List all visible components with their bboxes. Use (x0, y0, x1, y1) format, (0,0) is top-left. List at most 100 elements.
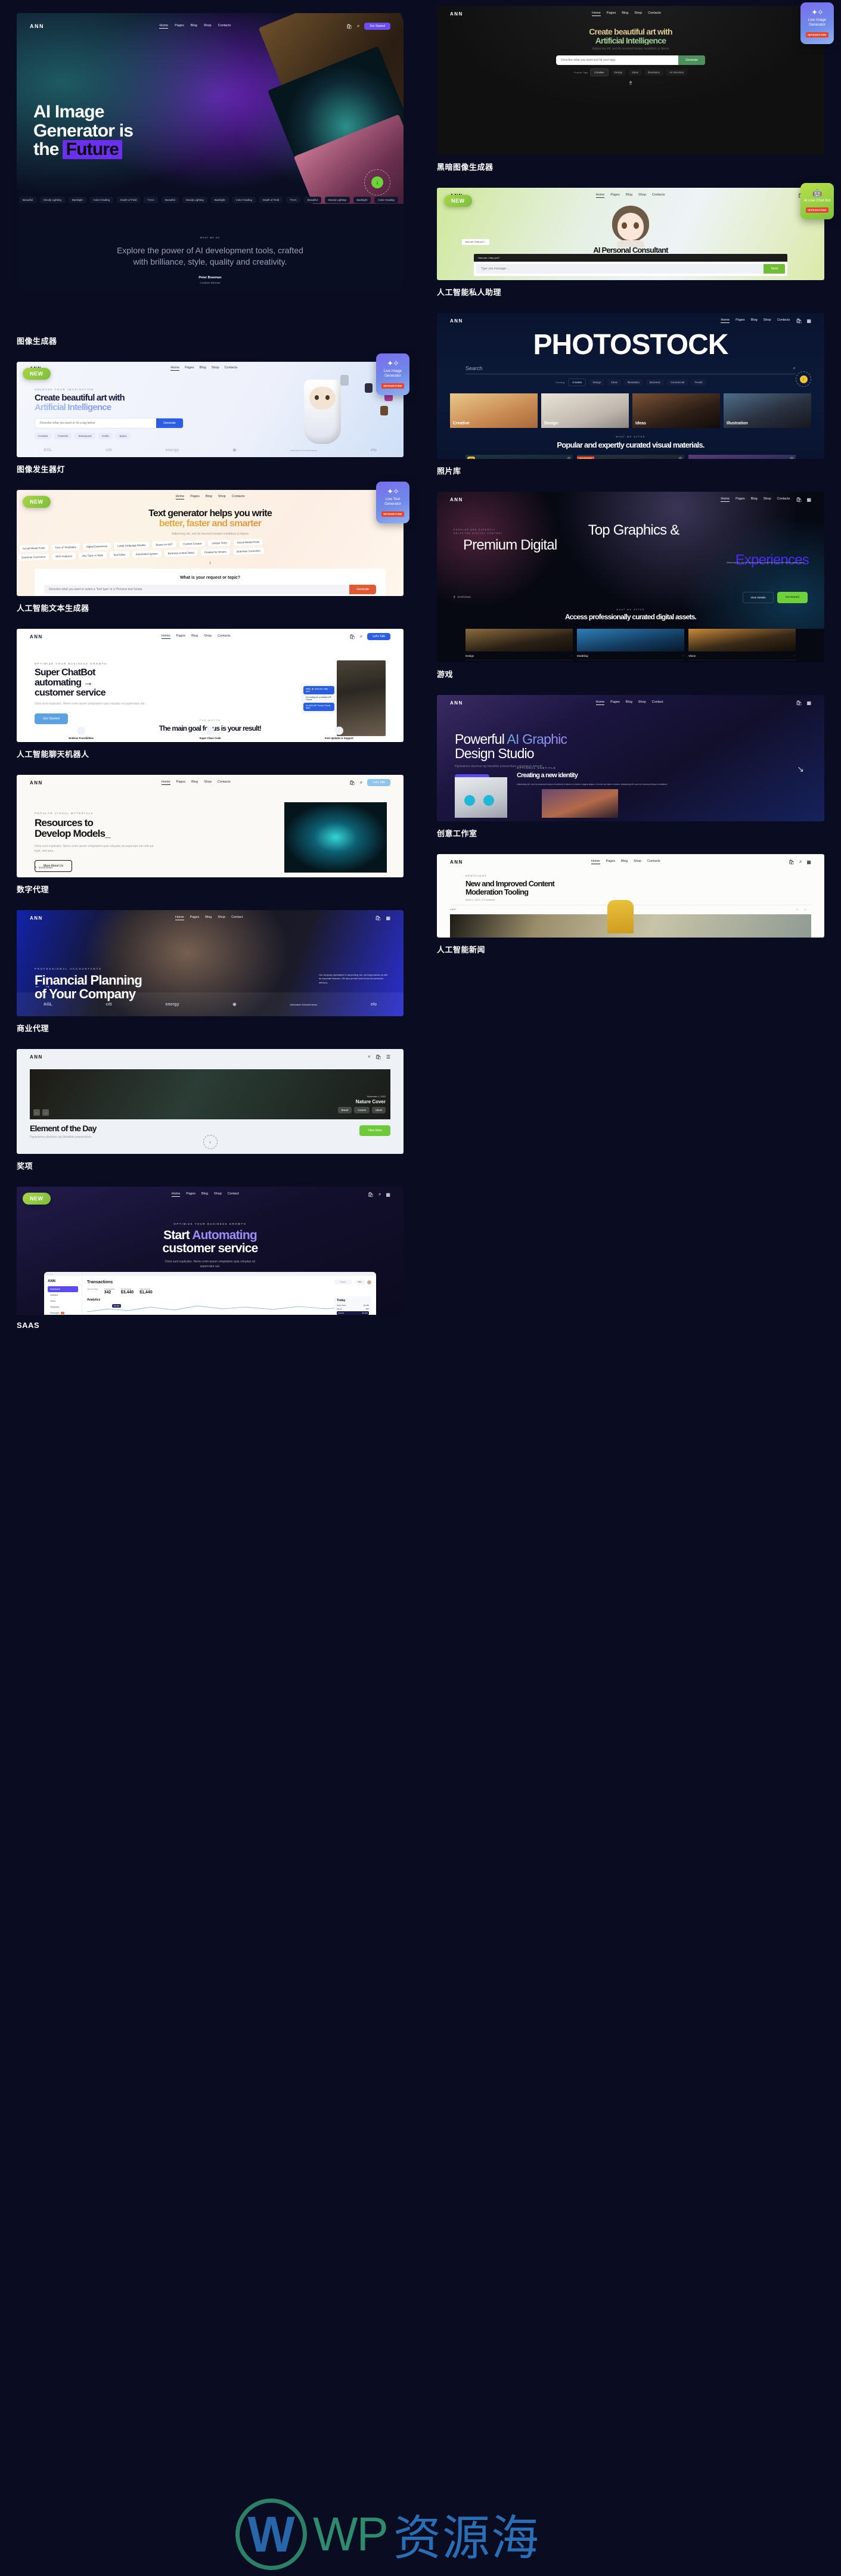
nav-item-contacts[interactable]: Contacts (652, 193, 665, 198)
dashboard-menu-item[interactable]: Dashboard (48, 1286, 78, 1292)
demo-creative-studio[interactable]: ANN Home Pages Blog Shop Contact 🛍 ▦ Pow… (437, 695, 824, 839)
demo-ai-news[interactable]: ANN Home Pages Blog Shop Contacts 🛍 ⌕ ▦ (437, 854, 824, 955)
brand-logo[interactable]: ANN (450, 859, 463, 865)
nav-item-pages[interactable]: Pages (736, 497, 745, 502)
screenshot-digital-agency[interactable]: ANN Home Pages Blog Shop Contacts 🛍 ⌕ Le… (17, 775, 404, 877)
chip[interactable]: SEO Features (51, 552, 76, 560)
chip[interactable]: Based on GPT (152, 541, 177, 548)
prompt-input[interactable] (35, 418, 157, 428)
dashboard-search[interactable]: Search (334, 1280, 352, 1284)
view-more-button[interactable]: View More (359, 1125, 390, 1136)
demo-digital-agency[interactable]: ANN Home Pages Blog Shop Contacts 🛍 ⌕ Le… (17, 775, 404, 895)
nav-item-home[interactable]: Home (591, 859, 600, 864)
screenshot-image-generator[interactable]: ANN Home Pages Blog Shop Contacts 🛍 ⌕ Ge… (17, 13, 404, 329)
nav-item-pages[interactable]: Pages (610, 700, 620, 705)
nav-item-contact[interactable]: Contact (231, 915, 243, 920)
nav-item-home[interactable]: Home (171, 1192, 181, 1197)
cart-icon[interactable]: 🛍 (375, 1054, 381, 1060)
topic-input[interactable] (44, 584, 350, 594)
live-image-generator-tag[interactable]: ✦✧ Live Image Generator INTEGRATED (376, 353, 409, 395)
nav-item-blog[interactable]: Blog (191, 634, 198, 639)
brand-logo[interactable]: ANN (30, 780, 43, 786)
live-image-generator-tag[interactable]: ✦✧ Live Image Generator INTEGRATED (800, 2, 834, 44)
get-started-button[interactable]: Get Started (364, 23, 390, 30)
chip[interactable]: Created for Writers (200, 548, 230, 556)
brand-logo[interactable]: ANN (450, 700, 463, 706)
next-arrow-icon[interactable]: → (42, 1109, 49, 1116)
category-cards[interactable]: Creative Design Ideas Illustration (437, 393, 824, 428)
get-started-button[interactable]: Get Started (777, 592, 808, 603)
grid-menu-icon[interactable]: ▦ (806, 859, 811, 865)
nav-item-contacts[interactable]: Contacts (647, 859, 660, 864)
nav-item-home[interactable]: Home (161, 634, 170, 639)
chip[interactable]: Text Editor (109, 551, 129, 558)
nav-item-blog[interactable]: Blog (206, 495, 212, 499)
style-tag[interactable]: Creative (35, 432, 52, 439)
brand-logo[interactable]: ANN (450, 497, 463, 502)
cart-icon[interactable]: 🛍 (368, 1192, 374, 1197)
nav-item-shop[interactable]: Shop (638, 700, 646, 705)
demo-business-agency[interactable]: ANN Home Pages Blog Shop Contact 🛍 ▦ PRO… (17, 910, 404, 1033)
cart-icon[interactable]: 🛍 (349, 634, 355, 640)
demo-saas[interactable]: NEW ANN Home Pages Blog Shop Contact 🛍 ⌕… (17, 1187, 404, 1330)
scroll-down-badge[interactable]: ↓ (203, 1135, 218, 1149)
tag[interactable]: Design (610, 69, 626, 76)
live-text-generator-tag[interactable]: ✦✧ Live Text Generator INTEGRATED (376, 482, 409, 523)
search-icon[interactable]: ⌕ (368, 1054, 370, 1060)
brand-logo[interactable]: ANN (450, 11, 463, 17)
nav-item-shop[interactable]: Shop (218, 915, 225, 920)
demo-ai-personal-consultant[interactable]: 🤖 AI Live Chat Bot INTEGRATED NEW ANN Ho… (437, 183, 834, 297)
tag[interactable]: Creative (590, 69, 609, 77)
dashboard-menu-item[interactable]: Templates (48, 1304, 78, 1310)
arrow-right-icon[interactable]: → (793, 654, 796, 657)
screenshot-dark-image-generator[interactable]: ANN Home Pages Blog Shop Contacts Create… (437, 6, 824, 155)
nav-item-blog[interactable]: Blog (751, 318, 758, 323)
style-tag[interactable]: Gothic (98, 432, 113, 439)
demo-dark-image-generator[interactable]: ✦✧ Live Image Generator INTEGRATED ANN H… (437, 2, 834, 172)
chip[interactable]: Unique Texts (208, 539, 231, 547)
demo-ai-text-generator[interactable]: ✦✧ Live Text Generator INTEGRATED NEW Ho… (17, 482, 409, 613)
ai-live-chat-bot-tag[interactable]: 🤖 AI Live Chat Bot INTEGRATED (800, 183, 834, 220)
nav-item-pages[interactable]: Pages (175, 24, 184, 29)
asset-card[interactable]: Design → (466, 629, 573, 660)
search-icon[interactable]: ⌕ (360, 634, 362, 640)
nav-item-shop[interactable]: Shop (204, 24, 212, 29)
nav-item-home[interactable]: Home (170, 366, 180, 371)
slide-tag[interactable]: Ideas (372, 1107, 386, 1113)
message-input[interactable] (476, 264, 764, 274)
chip[interactable]: Grammar Correction (17, 553, 49, 561)
nav-item-contacts[interactable]: Contacts (777, 497, 790, 502)
nav-item-home[interactable]: Home (591, 11, 601, 16)
brand-logo[interactable]: ANN (30, 634, 43, 640)
chip[interactable]: Digital Experience (82, 542, 111, 550)
search-icon[interactable]: ⌕ (357, 23, 359, 29)
trending-tag[interactable]: Business (646, 379, 664, 386)
nav-item-pages[interactable]: Pages (190, 495, 200, 499)
category-card[interactable]: Design (541, 393, 629, 428)
nav-item-contacts[interactable]: Contacts (218, 780, 231, 785)
demo-ai-chatbot[interactable]: ANN Home Pages Blog Shop Contacts 🛍 ⌕ Le… (17, 629, 404, 759)
nav-item-blog[interactable]: Blog (751, 497, 758, 502)
demo-top-graphics[interactable]: ANN Home Pages Blog Shop Contacts 🛍 ▦ PO… (437, 492, 824, 679)
chip[interactable]: Tons of Templates (51, 543, 80, 551)
generate-button[interactable]: Generate (349, 584, 376, 594)
screenshot-ai-personal-consultant[interactable]: NEW ANN Home Pages Blog Shop Contacts 🛍 … (437, 188, 824, 280)
cart-icon[interactable]: 🛍 (789, 859, 795, 865)
search-icon[interactable]: ⌕ (793, 365, 796, 371)
dashboard-mockup[interactable]: ANN Dashboard Statistics Cards Templates… (44, 1272, 376, 1315)
nav-item-pages[interactable]: Pages (610, 193, 620, 198)
lets-talk-button[interactable]: Let's Talk (367, 779, 390, 786)
nav-item-blog[interactable]: Blog (626, 193, 632, 198)
grid-menu-icon[interactable]: ▦ (806, 497, 811, 502)
brand-logo[interactable]: ANN (30, 1054, 43, 1060)
nav-item-shop[interactable]: Shop (218, 495, 226, 499)
nav-item-home[interactable]: Home (175, 495, 185, 499)
style-tag[interactable]: Futurism (54, 432, 72, 439)
grid-menu-icon[interactable]: ▦ (386, 1192, 390, 1197)
product-card[interactable]: ♡ The Island $10.00 – $18.00 (688, 454, 796, 459)
wishlist-icon[interactable]: ♡ (790, 456, 794, 459)
nav-item-blog[interactable]: Blog (201, 1192, 208, 1197)
nav-item-contacts[interactable]: Contacts (218, 634, 231, 639)
nav-item-home[interactable]: Home (595, 193, 605, 198)
trending-tag[interactable]: Illustration (623, 379, 643, 386)
